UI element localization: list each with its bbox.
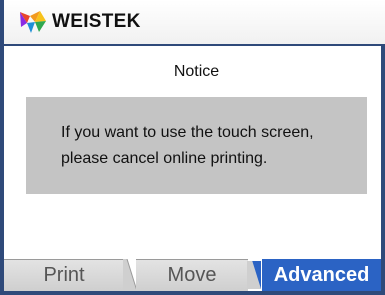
tab-print-label: Print bbox=[43, 264, 85, 286]
tab-advanced[interactable]: Advanced bbox=[262, 259, 381, 291]
tab-advanced-label: Advanced bbox=[273, 263, 370, 286]
tab-print[interactable]: Print bbox=[4, 259, 124, 291]
notice-message-box: If you want to use the touch screen, ple… bbox=[26, 97, 367, 194]
tab-move-label: Move bbox=[167, 264, 217, 286]
tab-divider bbox=[123, 259, 137, 291]
tab-divider bbox=[247, 261, 261, 289]
notice-message-line: please cancel online printing. bbox=[61, 150, 268, 167]
header-bar: WEISTEK bbox=[4, 0, 385, 46]
bottom-tab-bar: Print Move Advanced bbox=[4, 259, 381, 291]
brand-name: WEISTEK bbox=[52, 11, 141, 32]
app-window: WEISTEK Notice If you want to use the to… bbox=[0, 0, 385, 295]
tab-move[interactable]: Move bbox=[136, 259, 248, 291]
weistek-logo-icon bbox=[20, 11, 46, 33]
notice-message-line: If you want to use the touch screen, bbox=[61, 124, 314, 141]
notice-title: Notice bbox=[173, 63, 220, 80]
